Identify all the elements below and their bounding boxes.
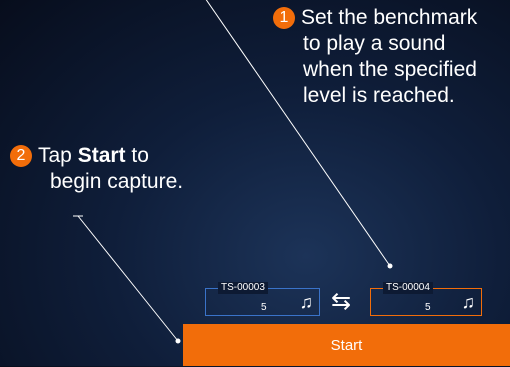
- callout-step1-text2: to play a sound: [303, 32, 446, 55]
- callout-step2-suffix: to: [125, 144, 149, 167]
- music-note-icon[interactable]: ♫: [300, 292, 314, 312]
- benchmark-card-left[interactable]: TS-00003 5 ♫: [205, 282, 320, 316]
- leader-line-step2: [77, 215, 179, 342]
- callout-step2-line2: begin capture.: [50, 170, 184, 193]
- callout-step1-text1: Set the benchmark: [301, 6, 478, 29]
- callout-step2-prefix: Tap: [38, 144, 78, 167]
- benchmark-id: TS-00003: [218, 282, 268, 294]
- callout-step2-bold: Start: [77, 144, 126, 167]
- callout-step1-line1: 1 Set the benchmark: [273, 5, 508, 31]
- benchmark-id: TS-00004: [383, 282, 433, 294]
- step2-badge: 2: [10, 145, 32, 167]
- leader-dot-step1: [387, 263, 393, 269]
- benchmark-card-right[interactable]: TS-00004 5 ♫: [370, 282, 482, 316]
- callout-step2-line1: 2 Tap Start to: [10, 143, 230, 169]
- callout-step1-text3: when the specified: [303, 58, 477, 81]
- start-button[interactable]: Start: [183, 324, 510, 366]
- swap-arrows-icon[interactable]: ⇆: [331, 288, 351, 316]
- callout-step1: 1 Set the benchmark to play a sound when …: [273, 5, 508, 109]
- benchmark-level: 5: [261, 302, 267, 313]
- callout-step2: 2 Tap Start to begin capture.: [10, 143, 230, 195]
- leader-dot-step2: [175, 338, 181, 344]
- music-note-icon[interactable]: ♫: [462, 292, 476, 312]
- step1-badge: 1: [273, 7, 295, 29]
- benchmark-level: 5: [425, 302, 431, 313]
- callout-step1-text4: level is reached.: [303, 84, 455, 107]
